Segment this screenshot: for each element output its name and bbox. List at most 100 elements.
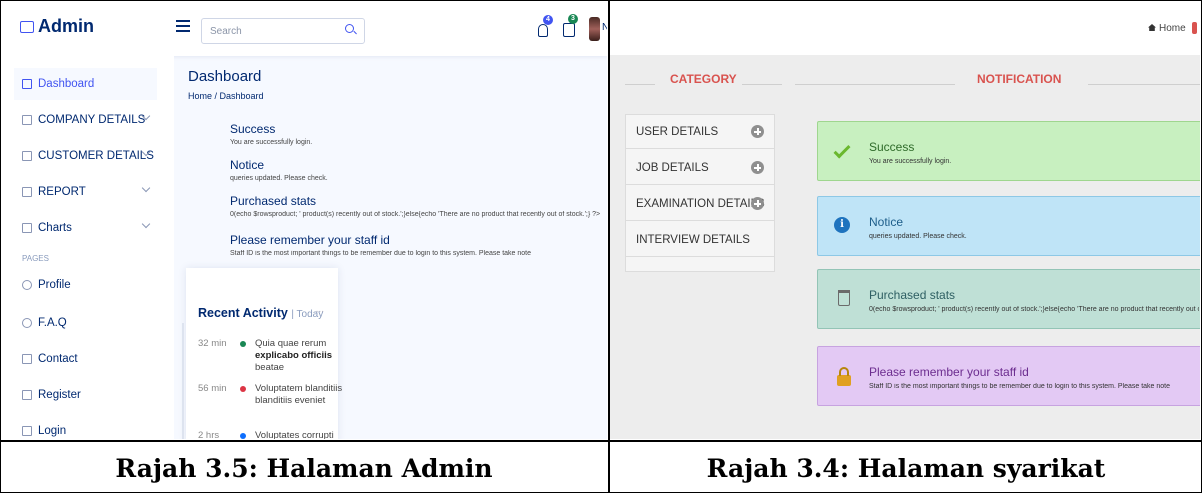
sidebar-item-company-details[interactable]: COMPANY DETAILS (14, 104, 157, 136)
recent-activity-card: Recent Activity | Today ... 32 min Quia … (186, 268, 342, 439)
sidebar-item-label: Login (38, 425, 67, 437)
notification-heading: NOTIFICATION (977, 72, 1062, 86)
sidebar-item-login[interactable]: Login (14, 415, 157, 439)
divider (625, 84, 655, 85)
sidebar-item-label: CUSTOMER DETAILS (38, 150, 154, 162)
more-options-icon[interactable]: ... (316, 304, 324, 315)
search-placeholder: Search (210, 26, 242, 37)
activity-time: 56 min (198, 383, 227, 394)
sidebar-item-label: F.A.Q (38, 317, 67, 329)
login-icon (22, 426, 32, 436)
alert-message: You are successfully login. (230, 139, 313, 146)
logo-text: Admin (38, 16, 94, 36)
category-item-examination-details[interactable]: EXAMINATION DETAILS (626, 187, 774, 221)
alert-title: Success (230, 122, 276, 136)
notification-message: queries updated. Please check. (869, 233, 967, 240)
plus-icon[interactable] (751, 161, 764, 174)
trash-icon (838, 290, 850, 306)
breadcrumb[interactable]: Home / Dashboard (188, 91, 264, 101)
admin-header: Admin Search 4 3 N (2, 2, 607, 56)
divider (0, 440, 1202, 442)
notification-title: Notice (869, 215, 904, 229)
plus-icon[interactable] (751, 125, 764, 138)
envelope-icon (22, 354, 32, 364)
sidebar-item-customer-details[interactable]: CUSTOMER DETAILS (14, 140, 157, 172)
plus-icon[interactable] (751, 197, 764, 210)
grid-icon (22, 79, 32, 89)
activity-text: Voluptates corrupti (255, 430, 334, 439)
sidebar-item-label: Register (38, 389, 81, 401)
notification-notice: i Notice queries updated. Please check. (817, 196, 1200, 256)
chevron-down-icon (141, 183, 151, 193)
card-icon (22, 390, 32, 400)
sidebar-item-report[interactable]: REPORT (14, 176, 157, 208)
sidebar-item-label: Dashboard (38, 78, 95, 90)
sidebar-item-profile[interactable]: Profile (14, 269, 157, 301)
notification-title: Please remember your staff id (869, 365, 1029, 379)
journal-icon (22, 151, 32, 161)
notification-title: Purchased stats (869, 288, 956, 302)
activity-dot-icon (240, 341, 246, 347)
sidebar-item-register[interactable]: Register (14, 379, 157, 411)
company-screenshot: Home CATEGORY NOTIFICATION USER DETAILS … (610, 2, 1200, 439)
activity-text: Voluptatem blanditiis blanditiis eveniet (255, 383, 343, 406)
category-label: USER DETAILS (636, 126, 719, 138)
admin-sidebar: Dashboard COMPANY DETAILS CUSTOMER DETAI… (2, 56, 174, 439)
category-list: USER DETAILS JOB DETAILS EXAMINATION DET… (625, 114, 775, 272)
user-icon[interactable] (1192, 22, 1197, 34)
home-icon (1148, 24, 1156, 31)
bell-icon[interactable] (538, 24, 548, 37)
activity-time: 2 hrs (198, 430, 220, 439)
home-link-label: Home (1159, 23, 1186, 34)
admin-logo[interactable]: Admin (20, 16, 94, 37)
notification-message: 0(echo $rowsproduct; ' product(s) recent… (869, 306, 1199, 313)
activity-dot-icon (240, 433, 246, 439)
notification-message: Staff ID is the most important things to… (869, 383, 1171, 390)
sidebar-item-contact[interactable]: Contact (14, 343, 157, 375)
category-item-interview-details[interactable]: INTERVIEW DETAILS (626, 223, 774, 257)
home-link[interactable]: Home (1148, 23, 1186, 34)
bar-chart-icon (22, 223, 32, 233)
category-label: EXAMINATION DETAILS (636, 198, 765, 210)
sidebar-item-faq[interactable]: F.A.Q (14, 307, 157, 339)
message-icon[interactable] (563, 23, 575, 37)
category-label: INTERVIEW DETAILS (636, 234, 750, 246)
chevron-down-icon (141, 219, 151, 229)
alert-title: Purchased stats (230, 194, 317, 208)
avatar[interactable] (589, 17, 600, 41)
sidebar-item-label: REPORT (38, 186, 86, 198)
notification-purchased-stats: Purchased stats 0(echo $rowsproduct; ' p… (817, 269, 1200, 329)
search-icon[interactable] (345, 24, 354, 33)
activity-dot-icon (240, 386, 246, 392)
caption-admin: Rajah 3.5: Halaman Admin (115, 453, 493, 483)
sidebar-item-label: Profile (38, 279, 71, 291)
category-heading: CATEGORY (670, 72, 737, 86)
sidebar-item-label: COMPANY DETAILS (38, 114, 146, 126)
admin-screenshot: Admin Search 4 3 N Dashboard COMPANY DET… (2, 2, 607, 439)
sidebar-item-label: Contact (38, 353, 78, 365)
sidebar-item-label: Charts (38, 222, 72, 234)
alert-purchased-stats: Purchased stats 0(echo $rowsproduct; ' pr… (230, 194, 600, 218)
category-label: JOB DETAILS (636, 162, 709, 174)
lock-icon (837, 367, 851, 386)
divider (1088, 84, 1200, 85)
caption-company: Rajah 3.4: Halaman syarikat (706, 453, 1106, 483)
notification-count-badge: 4 (543, 15, 553, 25)
pages-heading: PAGES (22, 254, 49, 263)
category-item-job-details[interactable]: JOB DETAILS (626, 151, 774, 185)
alert-success: Success You are successfully login. (230, 122, 312, 146)
activity-text: Quia quae rerum explicabo officiis beatae (255, 338, 333, 373)
menu-toggle-icon[interactable] (176, 20, 190, 32)
sidebar-item-charts[interactable]: Charts (14, 212, 157, 244)
user-name[interactable]: N (602, 22, 607, 33)
page-title: Dashboard (188, 68, 262, 85)
category-item-user-details[interactable]: USER DETAILS (626, 115, 774, 149)
search-input[interactable]: Search (201, 18, 365, 44)
sidebar-item-dashboard[interactable]: Dashboard (14, 68, 157, 100)
card-title: Recent Activity | Today (198, 306, 323, 320)
alert-title: Please remember your staff id (230, 233, 390, 247)
activity-time: 32 min (198, 338, 227, 349)
activity-timeline (182, 323, 184, 439)
notification-title: Success (869, 140, 915, 154)
menu-icon (22, 115, 32, 125)
